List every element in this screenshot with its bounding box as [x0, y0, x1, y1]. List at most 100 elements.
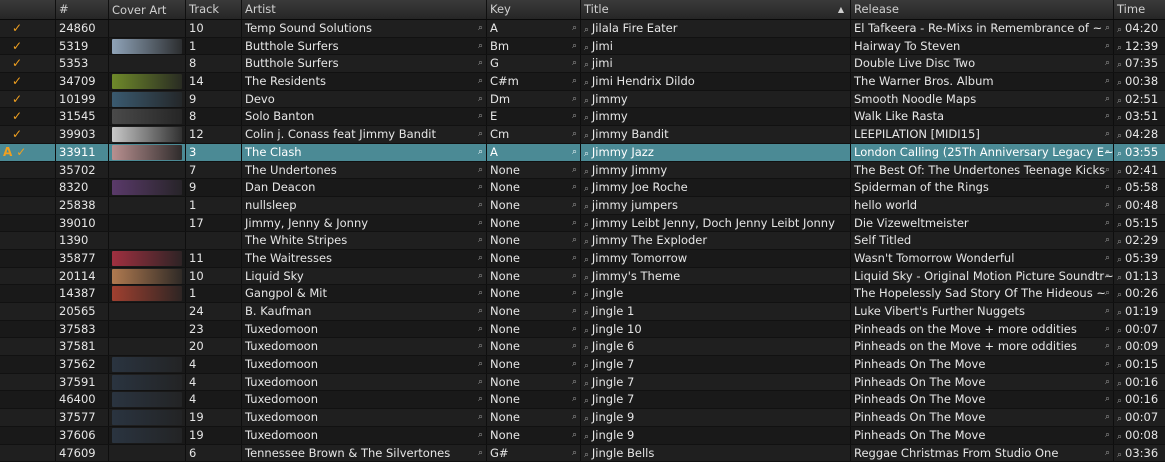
- column-header-number[interactable]: #: [55, 0, 108, 19]
- table-row[interactable]: ✓3470914The Residents⌕C#m⌕⌕ Jimi Hendrix…: [0, 73, 1165, 91]
- search-icon[interactable]: ⌕: [572, 197, 577, 214]
- search-icon[interactable]: ⌕: [1117, 290, 1122, 300]
- column-header-flags[interactable]: [0, 0, 55, 19]
- search-icon[interactable]: ⌕: [1117, 96, 1122, 106]
- search-icon[interactable]: ⌕: [1117, 361, 1122, 371]
- search-icon[interactable]: ⌕: [584, 308, 592, 318]
- table-row[interactable]: 3587711The Waitresses⌕None⌕⌕ Jimmy Tomor…: [0, 250, 1165, 268]
- search-icon[interactable]: ⌕: [1117, 326, 1122, 336]
- table-row[interactable]: 3757719Tuxedomoon⌕None⌕⌕ Jingle 9Pinhead…: [0, 409, 1165, 427]
- search-icon[interactable]: ⌕: [1105, 285, 1110, 302]
- search-icon[interactable]: ⌕: [572, 268, 577, 285]
- search-icon[interactable]: ⌕: [1117, 414, 1122, 424]
- search-icon[interactable]: ⌕: [1105, 20, 1110, 37]
- search-icon[interactable]: ⌕: [1117, 167, 1122, 177]
- search-icon[interactable]: ⌕: [1117, 78, 1122, 88]
- search-icon[interactable]: ⌕: [478, 427, 483, 444]
- search-icon[interactable]: ⌕: [1105, 374, 1110, 391]
- search-icon[interactable]: ⌕: [584, 25, 592, 35]
- search-icon[interactable]: ⌕: [1117, 237, 1122, 247]
- search-icon[interactable]: ⌕: [1105, 215, 1110, 232]
- search-icon[interactable]: ⌕: [584, 361, 592, 371]
- table-row[interactable]: ✓2486010Temp Sound Solutions⌕A⌕⌕ Jilala …: [0, 20, 1165, 38]
- search-icon[interactable]: ⌕: [1105, 55, 1110, 72]
- search-icon[interactable]: ⌕: [1105, 250, 1110, 267]
- search-icon[interactable]: ⌕: [1105, 91, 1110, 108]
- search-icon[interactable]: ⌕: [1117, 43, 1122, 53]
- column-header-artist[interactable]: Artist: [241, 0, 486, 19]
- search-icon[interactable]: ⌕: [1105, 232, 1110, 249]
- search-icon[interactable]: ⌕: [1105, 321, 1110, 338]
- search-icon[interactable]: ⌕: [584, 237, 592, 247]
- search-icon[interactable]: ⌕: [1117, 308, 1122, 318]
- table-row[interactable]: A✓339113The Clash⌕A⌕⌕ Jimmy JazzLondon C…: [0, 144, 1165, 162]
- search-icon[interactable]: ⌕: [584, 273, 592, 283]
- search-icon[interactable]: ⌕: [572, 55, 577, 72]
- search-icon[interactable]: ⌕: [1105, 197, 1110, 214]
- search-icon[interactable]: ⌕: [1117, 220, 1122, 230]
- column-header-time[interactable]: Time: [1113, 0, 1165, 19]
- column-header-cover-art[interactable]: Cover Art: [108, 0, 185, 19]
- search-icon[interactable]: ⌕: [1105, 427, 1110, 444]
- search-icon[interactable]: ⌕: [584, 326, 592, 336]
- search-icon[interactable]: ⌕: [478, 144, 483, 161]
- search-icon[interactable]: ⌕: [572, 285, 577, 302]
- table-row[interactable]: 83209Dan Deacon⌕None⌕⌕ Jimmy Joe RocheSp…: [0, 179, 1165, 197]
- search-icon[interactable]: ⌕: [478, 268, 483, 285]
- search-icon[interactable]: ⌕: [1105, 268, 1110, 285]
- search-icon[interactable]: ⌕: [572, 126, 577, 143]
- search-icon[interactable]: ⌕: [1105, 108, 1110, 125]
- column-header-key[interactable]: Key: [486, 0, 580, 19]
- search-icon[interactable]: ⌕: [1117, 273, 1122, 283]
- search-icon[interactable]: ⌕: [1117, 255, 1122, 265]
- search-icon[interactable]: ⌕: [584, 255, 592, 265]
- search-icon[interactable]: ⌕: [572, 427, 577, 444]
- table-row[interactable]: 3758120Tuxedomoon⌕None⌕⌕ Jingle 6 Pinhea…: [0, 338, 1165, 356]
- search-icon[interactable]: ⌕: [478, 73, 483, 90]
- search-icon[interactable]: ⌕: [584, 290, 592, 300]
- table-row[interactable]: 1390The White Stripes⌕None⌕⌕ Jimmy The E…: [0, 232, 1165, 250]
- search-icon[interactable]: ⌕: [478, 197, 483, 214]
- search-icon[interactable]: ⌕: [1117, 396, 1122, 406]
- search-icon[interactable]: ⌕: [1117, 149, 1122, 159]
- search-icon[interactable]: ⌕: [478, 409, 483, 426]
- search-icon[interactable]: ⌕: [572, 73, 577, 90]
- search-icon[interactable]: ⌕: [572, 108, 577, 125]
- search-icon[interactable]: ⌕: [478, 391, 483, 408]
- search-icon[interactable]: ⌕: [584, 202, 592, 212]
- search-icon[interactable]: ⌕: [478, 38, 483, 55]
- search-icon[interactable]: ⌕: [1105, 303, 1110, 320]
- search-icon[interactable]: ⌕: [572, 321, 577, 338]
- search-icon[interactable]: ⌕: [478, 179, 483, 196]
- search-icon[interactable]: ⌕: [478, 215, 483, 232]
- table-row[interactable]: 476096Tennessee Brown & The Silvertones⌕…: [0, 445, 1165, 462]
- search-icon[interactable]: ⌕: [572, 232, 577, 249]
- table-row[interactable]: ✓101999Devo⌕Dm⌕⌕ JimmySmooth Noodle Maps…: [0, 91, 1165, 109]
- search-icon[interactable]: ⌕: [478, 20, 483, 37]
- search-icon[interactable]: ⌕: [478, 374, 483, 391]
- search-icon[interactable]: ⌕: [572, 374, 577, 391]
- search-icon[interactable]: ⌕: [1105, 38, 1110, 55]
- column-header-track[interactable]: Track: [185, 0, 241, 19]
- search-icon[interactable]: ⌕: [478, 91, 483, 108]
- column-header-title[interactable]: Title ▲: [580, 0, 850, 19]
- search-icon[interactable]: ⌕: [572, 179, 577, 196]
- search-icon[interactable]: ⌕: [1105, 409, 1110, 426]
- table-row[interactable]: 375624Tuxedomoon⌕None⌕⌕ Jingle 7Pinheads…: [0, 356, 1165, 374]
- search-icon[interactable]: ⌕: [584, 43, 592, 53]
- search-icon[interactable]: ⌕: [1105, 144, 1110, 161]
- search-icon[interactable]: ⌕: [1117, 113, 1122, 123]
- table-row[interactable]: 375914Tuxedomoon⌕None⌕⌕ Jingle 7Pinheads…: [0, 374, 1165, 392]
- search-icon[interactable]: ⌕: [584, 414, 592, 424]
- table-row[interactable]: 2011410Liquid Sky⌕None⌕⌕ Jimmy's ThemeLi…: [0, 268, 1165, 286]
- search-icon[interactable]: ⌕: [584, 60, 592, 70]
- table-row[interactable]: 3758323Tuxedomoon⌕None⌕⌕ Jingle 10 Pinhe…: [0, 321, 1165, 339]
- search-icon[interactable]: ⌕: [584, 96, 592, 106]
- table-row[interactable]: 258381nullsleep⌕None⌕⌕ jimmy jumpershell…: [0, 197, 1165, 215]
- search-icon[interactable]: ⌕: [1117, 450, 1122, 460]
- search-icon[interactable]: ⌕: [584, 379, 592, 389]
- search-icon[interactable]: ⌕: [1117, 379, 1122, 389]
- search-icon[interactable]: ⌕: [478, 445, 483, 462]
- search-icon[interactable]: ⌕: [478, 162, 483, 179]
- search-icon[interactable]: ⌕: [1117, 343, 1122, 353]
